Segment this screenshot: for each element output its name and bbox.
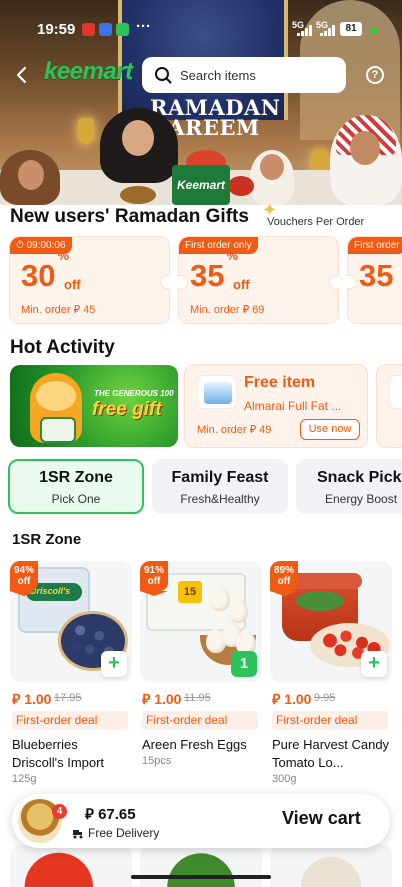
chevron-left-icon xyxy=(16,66,27,84)
product-name: Pure Harvest Candy Tomato Lo... xyxy=(272,737,390,770)
product-name: Blueberries Driscoll's Import xyxy=(12,737,105,770)
banner-title: free gift xyxy=(92,399,162,420)
coupon-percent: 35 xyxy=(359,258,394,293)
status-bar: 19:59 ··· 5G 5G 81 xyxy=(0,18,402,42)
zone-subtitle: Fresh&Healthy xyxy=(180,492,260,506)
free-gift-banner[interactable]: THE GENEROUS 100 free gift xyxy=(10,365,178,447)
product-quantity: 15pcs xyxy=(142,755,172,767)
view-cart-button[interactable]: View cart xyxy=(282,808,361,829)
hot-activity-title: Hot Activity xyxy=(10,337,115,358)
keemart-logo[interactable]: keemart xyxy=(44,58,133,86)
woman-figure xyxy=(100,108,178,183)
tiger-mascot xyxy=(30,373,82,443)
man-figure xyxy=(330,115,402,205)
search-placeholder: Search items xyxy=(180,67,256,83)
almarai-product-image xyxy=(197,375,237,409)
keemart-bag: Keemart xyxy=(172,165,230,205)
product-price: ⃁ 1.00 xyxy=(272,691,312,707)
zone-subtitle: Pick One xyxy=(51,492,101,506)
product-old-price: 17.95 xyxy=(54,692,82,704)
free-item-card[interactable]: Free item Almarai Full Fat ... Min. orde… xyxy=(184,364,368,448)
camera-notification-icon xyxy=(82,23,95,36)
cart-count-badge: 4 xyxy=(52,804,67,819)
vouchers-note: Vouchers Per Order xyxy=(267,216,365,228)
free-item-title: Free item xyxy=(244,374,316,391)
zone-title: Snack Pick xyxy=(317,469,402,486)
product-price: ⃁ 1.00 xyxy=(12,691,52,707)
wechat-notification-icon xyxy=(116,23,129,36)
product-card-partial[interactable] xyxy=(140,845,262,887)
product-card-partial[interactable] xyxy=(270,845,392,887)
zone-tab-family-feast[interactable]: Family Feast Fresh&Healthy xyxy=(152,459,288,514)
coupon-tag: First order xyxy=(348,237,402,254)
plus-icon: + xyxy=(368,652,380,674)
product-card-partial[interactable] xyxy=(10,845,132,887)
zone-title: 1SR Zone xyxy=(39,469,113,486)
coupon-min-order: Min. order ⃁ 45 xyxy=(21,304,96,316)
free-item-min-order: Min. order ⃁ 49 xyxy=(197,424,272,436)
product-old-price: 11.95 xyxy=(184,692,211,704)
signal-bars-icon xyxy=(320,25,335,36)
cart-total: ⃁ 67.65 xyxy=(85,806,136,823)
new-users-title: New users' Ramadan Gifts xyxy=(10,206,249,227)
coupon-tag: First order only xyxy=(179,237,258,254)
coupon-off-label: off xyxy=(64,277,81,292)
zone-subtitle: Energy Boost xyxy=(325,492,398,506)
coupon-percent: 35% xyxy=(190,247,239,293)
food-dish xyxy=(120,186,156,204)
product-old-price: 9.95 xyxy=(314,692,336,704)
coupon-card[interactable]: ⏱ 09:00:06 30% off Min. order ⃁ 45 xyxy=(9,236,170,324)
banner-subtitle: THE GENEROUS 100 xyxy=(94,389,174,398)
deal-label: First-order deal xyxy=(142,711,258,730)
free-delivery-label: Free Delivery xyxy=(72,826,159,840)
boy-figure xyxy=(250,150,294,205)
back-button[interactable] xyxy=(12,64,32,86)
signal-bars-icon xyxy=(297,25,312,36)
product-image xyxy=(389,375,402,409)
zone-tab-1sr[interactable]: 1SR Zone Pick One xyxy=(8,459,144,514)
coupon-off-label: off xyxy=(233,277,250,292)
coupon-card[interactable]: First order only 35% off Min. order ⃁ 69 xyxy=(178,236,339,324)
product-name: Areen Fresh Eggs xyxy=(142,737,247,752)
zone-title: Family Feast xyxy=(171,469,269,486)
add-to-cart-button[interactable]: + xyxy=(361,651,387,677)
delivery-icon xyxy=(73,830,83,839)
app-notification-icon xyxy=(99,23,112,36)
free-item-name: Almarai Full Fat ... xyxy=(244,399,342,413)
add-to-cart-button[interactable]: + xyxy=(101,651,127,677)
coupon-min-order: Min. order ⃁ 69 xyxy=(190,304,265,316)
more-notifications-icon: ··· xyxy=(136,18,151,35)
product-price: ⃁ 1.00 xyxy=(142,691,182,707)
lantern-icon xyxy=(78,118,94,144)
coupon-card[interactable]: First order 35 xyxy=(347,236,402,324)
status-time: 19:59 xyxy=(37,21,76,38)
clock-icon: ⏱ xyxy=(16,240,24,251)
discount-badge: 94% off xyxy=(10,561,38,596)
help-button[interactable]: ? xyxy=(366,66,384,84)
discount-badge: 91% off xyxy=(140,561,168,596)
zone-tab-snack-pick[interactable]: Snack Pick Energy Boost xyxy=(296,459,402,514)
girl-figure xyxy=(0,150,60,205)
privacy-indicator-dot xyxy=(370,27,377,34)
product-quantity: 300g xyxy=(272,773,297,785)
cart-quantity-badge[interactable]: 1 xyxy=(231,651,257,677)
use-now-button[interactable]: Use now xyxy=(300,419,360,440)
question-icon: ? xyxy=(371,69,379,81)
battery-icon: 81 xyxy=(340,22,362,36)
deal-label: First-order deal xyxy=(12,711,128,730)
home-indicator xyxy=(131,875,271,879)
free-item-card-partial[interactable] xyxy=(376,364,402,448)
plus-icon: + xyxy=(108,652,120,674)
deal-label: First-order deal xyxy=(272,711,388,730)
search-bar[interactable]: Search items xyxy=(142,57,346,93)
discount-badge: 89% off xyxy=(270,561,298,596)
coupon-percent: 30% xyxy=(21,247,70,293)
zone-section-title: 1SR Zone xyxy=(12,531,82,548)
food-dish xyxy=(228,176,254,196)
cart-bar[interactable]: 4 ⃁ 67.65 Free Delivery View cart xyxy=(12,794,390,848)
search-icon xyxy=(155,67,172,84)
product-quantity: 125g xyxy=(12,773,37,785)
